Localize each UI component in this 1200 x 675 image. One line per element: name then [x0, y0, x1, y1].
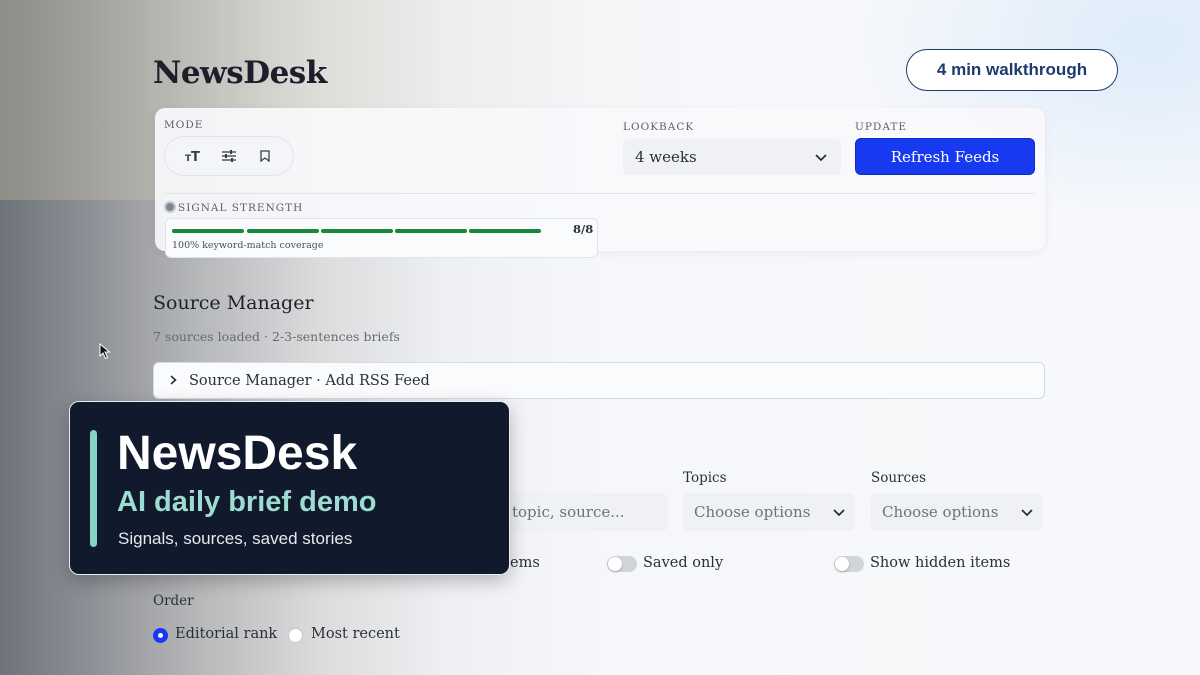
- signal-caption: 100% keyword-match coverage: [172, 240, 324, 251]
- overlay-accent-bar: [90, 430, 97, 547]
- panel-divider: [165, 193, 1035, 194]
- source-manager-subtitle: 7 sources loaded · 2-3-sentences briefs: [153, 329, 400, 344]
- text-size-icon[interactable]: TT: [178, 141, 208, 171]
- toggle-label-partial: ems: [510, 555, 540, 571]
- signal-segment: [321, 229, 393, 233]
- signal-segment: [247, 229, 319, 233]
- title-overlay-card: NewsDesk AI daily brief demo Signals, so…: [69, 401, 510, 575]
- chevron-down-icon: [833, 503, 845, 521]
- lookback-value: 4 weeks: [635, 148, 697, 166]
- order-option-recent[interactable]: Most recent: [311, 626, 400, 642]
- mouse-pointer-icon: [99, 342, 111, 364]
- signal-count: 8/8: [573, 222, 594, 236]
- search-input[interactable]: topic, source...: [500, 493, 668, 531]
- topics-placeholder: Choose options: [694, 503, 811, 521]
- bookmark-icon[interactable]: [250, 141, 280, 171]
- chevron-down-icon: [1021, 503, 1033, 521]
- expander-label: Source Manager · Add RSS Feed: [189, 372, 430, 389]
- overlay-subtitle: AI daily brief demo: [117, 486, 377, 518]
- source-manager-expander[interactable]: Source Manager · Add RSS Feed: [153, 362, 1045, 399]
- chevron-down-icon: [815, 148, 827, 166]
- sliders-icon[interactable]: [214, 141, 244, 171]
- signal-strength-label: SIGNAL STRENGTH: [178, 202, 304, 214]
- lookback-select[interactable]: 4 weeks: [623, 139, 841, 175]
- overlay-description: Signals, sources, saved stories: [118, 529, 353, 548]
- walkthrough-button[interactable]: 4 min walkthrough: [906, 49, 1118, 91]
- signal-dot-icon: [164, 201, 176, 213]
- order-radio-recent[interactable]: [288, 628, 303, 643]
- sources-label: Sources: [871, 470, 927, 486]
- topics-select[interactable]: Choose options: [683, 493, 855, 531]
- saved-only-label: Saved only: [643, 555, 724, 571]
- show-hidden-toggle[interactable]: [834, 556, 864, 572]
- search-placeholder: topic, source...: [512, 503, 625, 521]
- mode-label: MODE: [164, 119, 204, 131]
- svg-text:T: T: [191, 150, 200, 163]
- signal-strength-card: 8/8 100% keyword-match coverage: [165, 218, 598, 258]
- signal-segment: [469, 229, 541, 233]
- signal-segment: [395, 229, 467, 233]
- topics-label: Topics: [683, 470, 727, 486]
- mode-toggle-group: TT: [164, 136, 294, 176]
- show-hidden-label: Show hidden items: [870, 555, 1011, 571]
- sources-placeholder: Choose options: [882, 503, 999, 521]
- overlay-title: NewsDesk: [117, 427, 358, 480]
- order-label: Order: [153, 593, 194, 609]
- update-label: UPDATE: [855, 121, 908, 133]
- order-option-editorial[interactable]: Editorial rank: [175, 626, 277, 642]
- sources-select[interactable]: Choose options: [871, 493, 1043, 531]
- saved-only-toggle[interactable]: [607, 556, 637, 572]
- source-manager-title: Source Manager: [153, 292, 314, 314]
- app-title: NewsDesk: [153, 55, 327, 91]
- order-radio-editorial[interactable]: [153, 628, 168, 643]
- refresh-feeds-button[interactable]: Refresh Feeds: [855, 138, 1035, 175]
- chevron-right-icon: [170, 373, 177, 389]
- signal-segment: [172, 229, 244, 233]
- lookback-label: LOOKBACK: [623, 121, 695, 133]
